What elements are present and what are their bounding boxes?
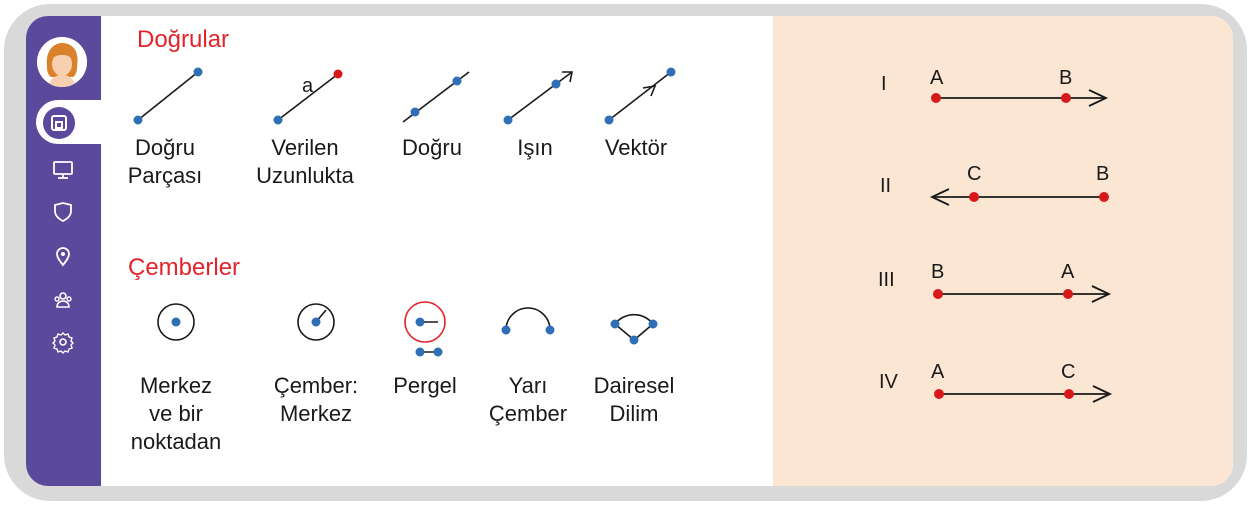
circle-center-point-icon <box>157 303 195 341</box>
lines-section-title: Doğrular <box>137 26 230 53</box>
tool-label: Doğru Parçası <box>127 135 203 188</box>
shield-icon <box>54 202 72 223</box>
vector-icon <box>604 67 676 125</box>
tool-segment[interactable]: Doğru Parçası <box>105 62 225 190</box>
point-label: C <box>1061 361 1075 383</box>
point <box>933 289 943 299</box>
option-i: I A B <box>881 67 1109 107</box>
length-marker: a <box>302 75 314 97</box>
sidebar-item-settings[interactable] <box>50 329 76 355</box>
tool-label: Vektör <box>604 135 668 160</box>
tool-segment-with-length[interactable]: a Verilen Uzunlukta <box>245 62 365 190</box>
avatar[interactable] <box>37 37 87 87</box>
point-label: B <box>1096 163 1109 185</box>
tool-label: Çember: Merkez <box>273 373 359 426</box>
option-iii: III B A <box>878 261 1112 303</box>
point <box>1099 192 1109 202</box>
point <box>1063 289 1073 299</box>
compass-icon <box>404 301 446 357</box>
sidebar <box>26 16 106 486</box>
answer-options-panel: I A B II C B III B A IV A C <box>773 16 1233 486</box>
tool-label: Dairesel Dilim <box>593 373 675 426</box>
circles-section-title: Çemberler <box>128 254 241 281</box>
tool-line[interactable]: Doğru <box>372 62 492 162</box>
option-ii: II C B <box>880 163 1109 206</box>
segment-with-length-icon: a <box>273 69 343 125</box>
point-label: B <box>1059 67 1072 89</box>
gear-icon <box>52 332 74 354</box>
tool-label: Merkez ve bir noktadan <box>130 373 222 454</box>
sidebar-item-users[interactable] <box>50 287 76 313</box>
point <box>1061 93 1071 103</box>
sidebar-item-screen[interactable] <box>50 157 76 183</box>
segment-icon <box>133 67 203 125</box>
users-icon <box>54 292 72 308</box>
tool-semicircle[interactable]: Yarı Çember <box>468 292 588 428</box>
tool-compass[interactable]: Pergel <box>365 292 485 400</box>
roman-numeral: I <box>881 73 887 95</box>
option-iv: IV A C <box>879 361 1113 403</box>
point <box>931 93 941 103</box>
tool-circle-center-radius[interactable]: Çember: Merkez <box>256 292 376 428</box>
app-window: Doğrular Doğru Parçası a Verilen Uzunluk… <box>26 16 1233 486</box>
sidebar-item-location[interactable] <box>50 243 76 269</box>
tool-vector[interactable]: Vektör <box>576 62 696 162</box>
home-icon <box>51 115 67 131</box>
roman-numeral: IV <box>879 371 899 393</box>
roman-numeral: III <box>878 269 895 291</box>
tool-palette: Doğrular Doğru Parçası a Verilen Uzunluk… <box>101 16 773 486</box>
roman-numeral: II <box>880 175 891 197</box>
ray-icon <box>503 71 573 125</box>
point-label: B <box>931 261 944 283</box>
ray-options-figure: I A B II C B III B A IV A C <box>878 67 1113 403</box>
point <box>969 192 979 202</box>
circular-sector-icon <box>610 313 658 345</box>
point-label: A <box>1061 261 1075 283</box>
point <box>934 389 944 399</box>
semicircle-icon <box>501 307 555 335</box>
tool-label: Yarı Çember <box>488 373 568 426</box>
point <box>1064 389 1074 399</box>
sidebar-item-home[interactable] <box>43 107 75 139</box>
circle-center-radius-icon <box>297 303 335 341</box>
point-label: C <box>967 163 981 185</box>
point-label: A <box>930 67 944 89</box>
point-label: A <box>931 361 945 383</box>
tool-label: Verilen Uzunlukta <box>256 135 354 188</box>
monitor-icon <box>53 161 73 179</box>
sidebar-item-shield[interactable] <box>50 199 76 225</box>
user-avatar-icon <box>37 37 87 87</box>
line-icon <box>402 71 470 123</box>
tool-circular-sector[interactable]: Dairesel Dilim <box>574 292 694 428</box>
tool-label: Doğru <box>402 135 462 160</box>
tool-label: Pergel <box>393 373 457 398</box>
tool-circle-center-point[interactable]: Merkez ve bir noktadan <box>116 292 236 456</box>
location-pin-icon <box>56 247 70 267</box>
